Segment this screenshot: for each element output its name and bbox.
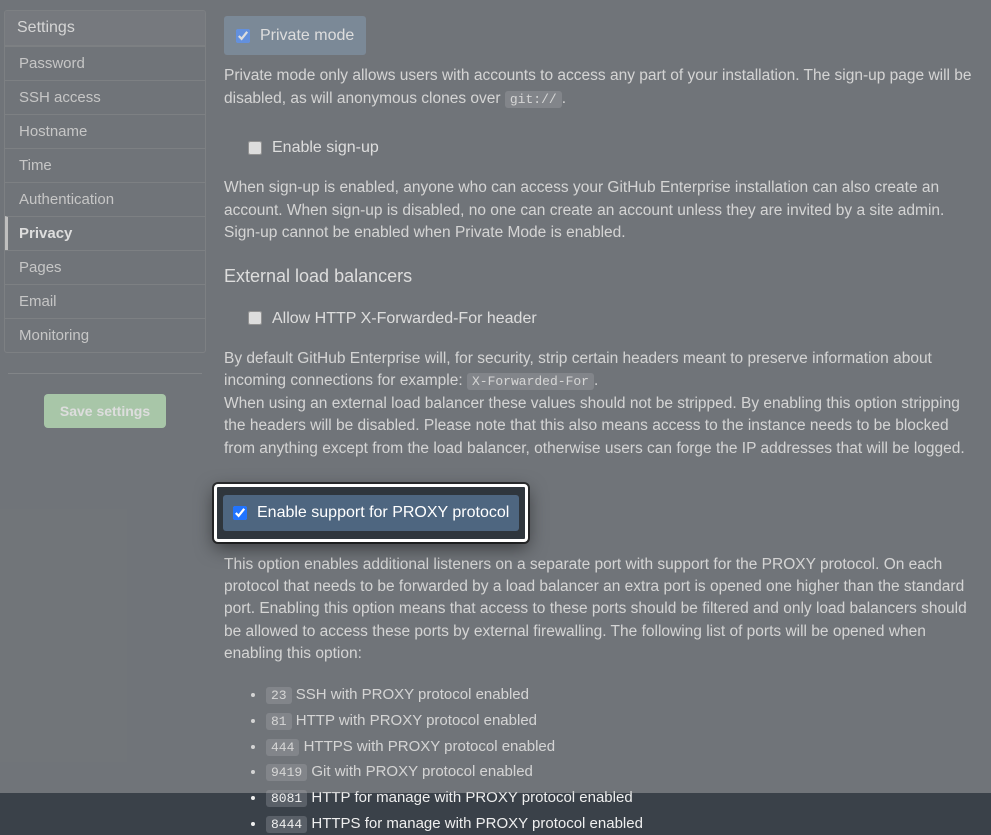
port-text: HTTP for manage with PROXY protocol enab… bbox=[311, 789, 632, 806]
port-code: 81 bbox=[266, 713, 292, 730]
sidebar-item-label: SSH access bbox=[19, 89, 101, 106]
sidebar-item-password[interactable]: Password bbox=[5, 46, 205, 80]
sidebar-item-label: Password bbox=[19, 55, 85, 72]
sidebar-item-label: Time bbox=[19, 157, 52, 174]
xff-checkbox[interactable] bbox=[248, 311, 262, 325]
sidebar: Settings Password SSH access Hostname Ti… bbox=[0, 0, 210, 793]
section-heading-load-balancers: External load balancers bbox=[224, 263, 977, 289]
private-mode-label: Private mode bbox=[260, 24, 354, 47]
port-code: 444 bbox=[266, 739, 299, 756]
sidebar-item-label: Monitoring bbox=[19, 327, 89, 344]
proxy-protocol-label: Enable support for PROXY protocol bbox=[257, 501, 509, 524]
sidebar-item-pages[interactable]: Pages bbox=[5, 250, 205, 284]
proxy-protocol-checkbox[interactable] bbox=[233, 506, 247, 520]
sidebar-item-monitoring[interactable]: Monitoring bbox=[5, 318, 205, 352]
xff-row[interactable]: Allow HTTP X-Forwarded-For header bbox=[236, 299, 549, 338]
main-content: Private mode Private mode only allows us… bbox=[210, 0, 991, 793]
code-git-protocol: git:// bbox=[505, 91, 562, 108]
sidebar-divider bbox=[8, 373, 202, 374]
port-text: SSH with PROXY protocol enabled bbox=[296, 686, 529, 703]
xff-description: By default GitHub Enterprise will, for s… bbox=[224, 348, 977, 460]
sidebar-item-ssh-access[interactable]: SSH access bbox=[5, 80, 205, 114]
text: . bbox=[562, 90, 566, 107]
sidebar-item-label: Hostname bbox=[19, 123, 87, 140]
list-item: 8444 HTTPS for manage with PROXY protoco… bbox=[266, 813, 977, 835]
private-mode-row[interactable]: Private mode bbox=[224, 16, 366, 55]
list-item: 444 HTTPS with PROXY protocol enabled bbox=[266, 736, 977, 758]
port-text: Git with PROXY protocol enabled bbox=[311, 763, 533, 780]
text: . bbox=[594, 372, 598, 389]
sidebar-item-privacy[interactable]: Privacy bbox=[5, 216, 205, 250]
list-item: 81 HTTP with PROXY protocol enabled bbox=[266, 710, 977, 732]
proxy-description: This option enables additional listeners… bbox=[224, 554, 977, 666]
sidebar-item-label: Privacy bbox=[19, 225, 72, 242]
sidebar-panel: Settings Password SSH access Hostname Ti… bbox=[4, 10, 206, 353]
save-settings-button[interactable]: Save settings bbox=[44, 394, 166, 428]
private-mode-description: Private mode only allows users with acco… bbox=[224, 65, 977, 110]
enable-signup-label: Enable sign-up bbox=[272, 136, 379, 159]
sidebar-item-label: Email bbox=[19, 293, 57, 310]
text: Private mode only allows users with acco… bbox=[224, 67, 972, 106]
list-item: 8081 HTTP for manage with PROXY protocol… bbox=[266, 787, 977, 809]
proxy-protocol-callout: Enable support for PROXY protocol bbox=[214, 484, 528, 541]
enable-signup-row[interactable]: Enable sign-up bbox=[236, 128, 391, 167]
proxy-port-list: 23 SSH with PROXY protocol enabled 81 HT… bbox=[266, 684, 977, 835]
sidebar-item-hostname[interactable]: Hostname bbox=[5, 114, 205, 148]
private-mode-checkbox[interactable] bbox=[236, 29, 250, 43]
port-code: 23 bbox=[266, 687, 292, 704]
list-item: 23 SSH with PROXY protocol enabled bbox=[266, 684, 977, 706]
list-item: 9419 Git with PROXY protocol enabled bbox=[266, 761, 977, 783]
xff-label: Allow HTTP X-Forwarded-For header bbox=[272, 307, 537, 330]
sidebar-item-label: Authentication bbox=[19, 191, 114, 208]
port-code: 8444 bbox=[266, 816, 307, 833]
enable-signup-checkbox[interactable] bbox=[248, 141, 262, 155]
port-code: 9419 bbox=[266, 764, 307, 781]
port-text: HTTPS for manage with PROXY protocol ena… bbox=[311, 815, 643, 832]
text: When using an external load balancer the… bbox=[224, 395, 965, 457]
port-text: HTTPS with PROXY protocol enabled bbox=[304, 738, 556, 755]
signup-description: When sign-up is enabled, anyone who can … bbox=[224, 177, 977, 244]
proxy-protocol-row[interactable]: Enable support for PROXY protocol bbox=[223, 495, 519, 530]
sidebar-item-authentication[interactable]: Authentication bbox=[5, 182, 205, 216]
port-text: HTTP with PROXY protocol enabled bbox=[296, 712, 537, 729]
sidebar-item-time[interactable]: Time bbox=[5, 148, 205, 182]
sidebar-item-email[interactable]: Email bbox=[5, 284, 205, 318]
sidebar-title: Settings bbox=[5, 11, 205, 46]
sidebar-item-label: Pages bbox=[19, 259, 62, 276]
code-xff-header: X-Forwarded-For bbox=[467, 373, 594, 390]
